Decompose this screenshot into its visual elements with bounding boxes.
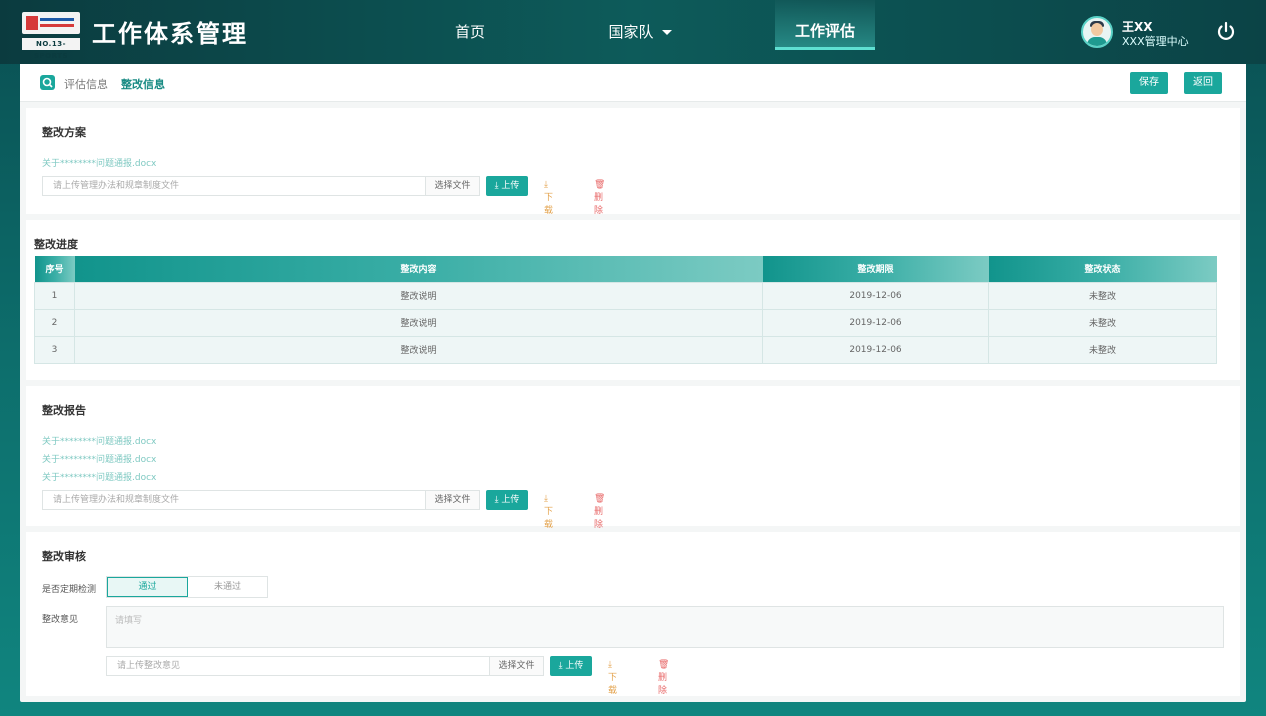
row-number: 2 <box>34 308 75 337</box>
chevron-down-icon <box>661 30 672 35</box>
nav-national-team-label: 国家队 <box>608 23 654 41</box>
row-deadline: 2019-12-06 <box>762 335 989 364</box>
option-fail[interactable]: 未通过 <box>188 577 267 597</box>
trash-icon: 🗑 <box>594 494 606 504</box>
user-department: XXX管理中心 <box>1122 35 1189 48</box>
section-title: 整改审核 <box>42 550 86 563</box>
avatar[interactable] <box>1081 16 1113 48</box>
download-icon: ⤓ <box>544 180 548 190</box>
power-icon[interactable] <box>1214 20 1238 44</box>
delete-label: 删除 <box>594 507 604 530</box>
rectification-report-section: 整改报告 关于********问题通报.docx 关于********问题通报.… <box>26 386 1240 530</box>
row-deadline: 2019-12-06 <box>762 308 989 337</box>
opinion-textarea[interactable]: 请填写 <box>106 606 1224 648</box>
panel-header: 评估信息 整改信息 保存 返回 <box>20 64 1246 102</box>
row-status: 未整改 <box>988 281 1217 310</box>
choose-file-button[interactable]: 选择文件 <box>490 656 544 676</box>
download-icon: ⤓ <box>608 660 612 670</box>
download-label: 下载 <box>608 673 618 696</box>
upload-button[interactable]: ⤓ 上传 <box>486 176 528 196</box>
upload-label: 上传 <box>501 181 520 191</box>
delete-button[interactable]: 🗑 删除 <box>658 660 669 696</box>
logo-stripe-blue <box>40 18 74 21</box>
delete-button[interactable]: 🗑 删除 <box>594 494 605 530</box>
search-icon <box>40 75 55 90</box>
download-icon: ⤓ <box>544 494 548 504</box>
nav-national-team[interactable]: 国家队 <box>590 0 690 64</box>
row-deadline: 2019-12-06 <box>762 281 989 310</box>
logo-text: NO.13-SPORTS <box>22 38 80 60</box>
delete-button[interactable]: 🗑 删除 <box>594 180 605 216</box>
nav-home-label: 首页 <box>454 23 485 41</box>
rectification-review-section: 整改审核 是否定期检测 通过 未通过 整改意见 请填写 请上传整改意见 选择文件… <box>26 532 1240 696</box>
download-button[interactable]: ⤓ 下载 <box>544 494 553 530</box>
pass-toggle: 通过 未通过 <box>106 576 268 598</box>
trash-icon: 🗑 <box>658 660 670 670</box>
file-path-input[interactable]: 请上传整改意见 <box>106 656 490 676</box>
choose-file-button[interactable]: 选择文件 <box>426 176 480 196</box>
main-panel: 评估信息 整改信息 保存 返回 整改方案 关于********问题通报.docx… <box>20 64 1246 702</box>
column-header: 序号 <box>34 256 75 282</box>
upload-button[interactable]: ⤓ 上传 <box>486 490 528 510</box>
download-button[interactable]: ⤓ 下载 <box>608 660 617 696</box>
row-content: 整改说明 <box>74 335 763 364</box>
logo-stripe-red <box>26 16 38 30</box>
section-title: 整改方案 <box>42 126 86 139</box>
rectification-plan-section: 整改方案 关于********问题通报.docx 请上传管理办法和规章制度文件 … <box>26 108 1240 216</box>
avatar-face <box>1091 23 1103 36</box>
periodic-check-label: 是否定期检测 <box>42 585 97 595</box>
download-button[interactable]: ⤓ 下载 <box>544 180 553 216</box>
progress-table: 序号 整改内容 整改期限 整改状态 1 整改说明 2019-12-06 未整改 … <box>34 256 1217 364</box>
opinion-label: 整改意见 <box>42 615 79 625</box>
table-header-row: 序号 整改内容 整改期限 整改状态 <box>34 256 1217 282</box>
upload-label: 上传 <box>565 661 584 671</box>
row-content: 整改说明 <box>74 308 763 337</box>
choose-file-button[interactable]: 选择文件 <box>426 490 480 510</box>
row-number: 3 <box>34 335 75 364</box>
site-title: 工作体系管理 <box>92 20 248 48</box>
file-path-input[interactable]: 请上传管理办法和规章制度文件 <box>42 176 426 196</box>
column-header: 整改内容 <box>74 256 763 282</box>
top-navigation-bar: NO.13-SPORTS 工作体系管理 首页 国家队 工作评估 王XX XXX管… <box>0 0 1266 64</box>
table-row[interactable]: 1 整改说明 2019-12-06 未整改 <box>34 281 1217 310</box>
nav-home[interactable]: 首页 <box>430 0 510 64</box>
file-path-input[interactable]: 请上传管理办法和规章制度文件 <box>42 490 426 510</box>
column-header: 整改期限 <box>762 256 989 282</box>
row-content: 整改说明 <box>74 281 763 310</box>
table-row[interactable]: 3 整改说明 2019-12-06 未整改 <box>34 335 1217 364</box>
column-header: 整改状态 <box>988 256 1217 282</box>
delete-label: 删除 <box>658 673 668 696</box>
back-button[interactable]: 返回 <box>1184 72 1222 94</box>
logo-stripe-red-2 <box>40 24 74 27</box>
download-label: 下载 <box>544 507 554 530</box>
breadcrumb-evaluation-info[interactable]: 评估信息 <box>64 76 108 92</box>
rectification-progress-section: 整改进度 序号 整改内容 整改期限 整改状态 1 整改说明 2019-12-06… <box>26 220 1240 380</box>
upload-label: 上传 <box>501 495 520 505</box>
option-pass[interactable]: 通过 <box>107 577 188 597</box>
breadcrumb-rectification-info[interactable]: 整改信息 <box>121 76 165 92</box>
table-row[interactable]: 2 整改说明 2019-12-06 未整改 <box>34 308 1217 337</box>
file-link[interactable]: 关于********问题通报.docx <box>42 470 156 483</box>
section-title: 整改进度 <box>34 238 78 251</box>
save-button[interactable]: 保存 <box>1130 72 1168 94</box>
row-status: 未整改 <box>988 335 1217 364</box>
logo[interactable]: NO.13-SPORTS <box>22 12 80 60</box>
logo-flag <box>22 12 80 34</box>
trash-icon: 🗑 <box>594 180 606 190</box>
nav-work-evaluation[interactable]: 工作评估 <box>775 0 875 50</box>
avatar-body <box>1087 37 1107 46</box>
file-link[interactable]: 关于********问题通报.docx <box>42 434 156 447</box>
row-status: 未整改 <box>988 308 1217 337</box>
delete-label: 删除 <box>594 193 604 216</box>
download-label: 下载 <box>544 193 554 216</box>
row-number: 1 <box>34 281 75 310</box>
file-link[interactable]: 关于********问题通报.docx <box>42 156 156 169</box>
section-title: 整改报告 <box>42 404 86 417</box>
file-link[interactable]: 关于********问题通报.docx <box>42 452 156 465</box>
upload-button[interactable]: ⤓ 上传 <box>550 656 592 676</box>
nav-work-evaluation-label: 工作评估 <box>794 22 855 40</box>
